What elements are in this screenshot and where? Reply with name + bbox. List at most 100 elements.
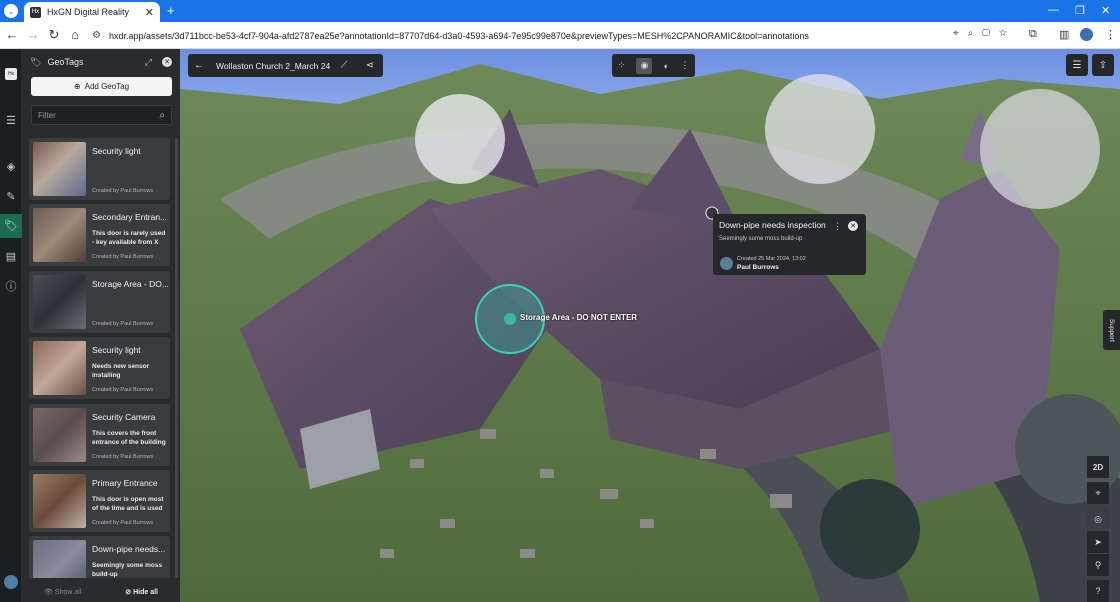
reload-icon[interactable]: ↻: [46, 27, 62, 43]
geotag-card[interactable]: Security light Created by Paul Burrows: [29, 138, 170, 200]
geotag-card[interactable]: Primary Entrance This door is open most o…: [29, 469, 170, 532]
geotag-creator: Created by Paul Burrows: [92, 519, 154, 526]
geotag-creator: Created by Paul Burrows: [92, 254, 154, 261]
back-arrow-icon[interactable]: ←: [188, 60, 210, 71]
fly-icon[interactable]: ➤: [1087, 531, 1109, 553]
eye-off-icon: ⊘: [125, 589, 134, 596]
geotag-card[interactable]: Security Camera This covers the front ent…: [29, 403, 170, 466]
walk-icon[interactable]: ⚲: [1087, 554, 1109, 576]
geotag-creator: Created by Paul Burrows: [92, 320, 154, 327]
add-geotag-button[interactable]: ⊕ Add GeoTag: [31, 77, 172, 96]
navigation-tools: 2D ⌖ ◎ ➤ ⚲ ?: [1087, 456, 1109, 602]
browser-toolbar: ← → ↻ ⌂ ⚙ hxdr.app/assets/3d711bcc-be53-…: [0, 22, 1120, 49]
new-tab-icon[interactable]: +: [167, 3, 175, 18]
geotag-title: Security light: [92, 345, 141, 356]
show-all-button[interactable]: 👁 Show all: [44, 588, 81, 596]
geotag-thumbnail: [33, 142, 86, 196]
geotag-creator: Created by Paul Burrows: [92, 453, 154, 460]
popup-author: Paul Burrows: [737, 264, 779, 271]
address-bar[interactable]: ⚙ hxdr.app/assets/3d711bcc-be53-4cf7-904…: [92, 25, 1022, 46]
minimize-icon[interactable]: —: [1048, 4, 1059, 16]
geotag-creator: Created by Paul Burrows: [92, 387, 154, 394]
more-icon[interactable]: ⋮: [680, 60, 689, 71]
menu-icon[interactable]: ☰: [0, 113, 22, 129]
url-text: hxdr.app/assets/3d711bcc-be53-4cf7-904a-…: [108, 30, 809, 41]
eye-icon: 👁: [43, 589, 55, 596]
unpin-icon[interactable]: ⤢: [145, 57, 152, 68]
geotag-title: Secondary Entran...: [92, 212, 168, 223]
app-logo-icon[interactable]: Hx: [0, 64, 22, 80]
hide-all-button[interactable]: ⊘ Hide all: [125, 588, 158, 596]
geotag-card[interactable]: Storage Area - DO... Created by Paul Burr…: [29, 270, 170, 333]
panel-scrollbar[interactable]: [175, 138, 178, 578]
locate-icon[interactable]: ⌖: [1087, 482, 1109, 504]
geotag-title: Security light: [92, 146, 141, 156]
popup-menu-icon[interactable]: ⋮: [833, 221, 842, 232]
support-tab[interactable]: Support: [1103, 310, 1120, 350]
geotag-description: This door is open most of the time and i…: [92, 495, 164, 512]
hide-all-label: Hide all: [133, 589, 158, 596]
orbit-icon[interactable]: ◎: [1087, 508, 1109, 530]
share-icon[interactable]: ⋖: [359, 54, 381, 76]
extensions-icon[interactable]: ⧉: [1029, 28, 1037, 41]
geotag-thumbnail: [33, 341, 86, 396]
asset-title: Wollaston Church 2_March 24: [216, 60, 331, 71]
panorama-icon[interactable]: ◐: [664, 61, 669, 71]
marker-center: [504, 313, 516, 325]
geotag-title: Down-pipe needs...: [92, 544, 166, 555]
measure-icon[interactable]: ✎: [0, 189, 22, 205]
geotag-description: Needs new sensor installing: [92, 363, 150, 380]
notes-icon[interactable]: ▤: [0, 249, 22, 265]
filter-placeholder: Filter: [38, 110, 56, 120]
pointcloud-icon[interactable]: ⁘: [618, 60, 626, 71]
sidepanel-icon[interactable]: ▥: [1059, 28, 1069, 41]
mesh-icon[interactable]: ◉: [636, 57, 653, 74]
geotag-description: Seemingly some moss build-up: [92, 562, 163, 578]
geotag-card[interactable]: Secondary Entran... This door is rarely u…: [29, 204, 170, 267]
help-icon[interactable]: ?: [1087, 580, 1109, 602]
tab-title: HxGN Digital Reality: [47, 7, 130, 17]
geotag-icon[interactable]: 🏷: [0, 214, 22, 238]
home-icon[interactable]: ⌂: [67, 27, 83, 42]
popup-close-icon[interactable]: ✕: [848, 221, 858, 231]
omnibox-actions[interactable]: ⌖⌕▢☆: [953, 28, 1016, 39]
popup-description: Seemingly some moss build-up: [719, 236, 803, 242]
upload-icon[interactable]: ⇪: [1092, 54, 1114, 76]
user-avatar[interactable]: [4, 575, 18, 589]
panel-header: 🏷 GeoTags ⤢ ✕: [22, 49, 180, 75]
geotag-header-icon: 🏷: [30, 56, 42, 67]
popup-created: Created 25 Mar 2024, 13:02: [737, 256, 806, 262]
panel-footer: 👁 Show all ⊘ Hide all: [22, 582, 180, 602]
browser-menu-icon[interactable]: ⋮: [1105, 28, 1116, 41]
geotag-title: Security Camera: [92, 411, 156, 422]
browser-tab[interactable]: Hx HxGN Digital Reality ✕: [24, 2, 160, 22]
geotag-title: Storage Area - DO...: [92, 278, 168, 289]
site-info-icon[interactable]: ⚙: [92, 30, 101, 41]
app-favicon-icon: Hx: [30, 6, 41, 18]
profile-avatar[interactable]: [1080, 28, 1093, 41]
measure-tool-icon[interactable]: ⟋: [333, 54, 355, 76]
info-icon[interactable]: ⓘ: [0, 279, 22, 295]
restore-icon[interactable]: ❐: [1075, 4, 1085, 17]
close-tab-icon[interactable]: ✕: [145, 6, 154, 19]
back-icon[interactable]: ←: [4, 27, 20, 42]
close-window-icon[interactable]: ✕: [1101, 4, 1110, 17]
geotag-thumbnail: [33, 208, 86, 263]
forward-icon[interactable]: →: [25, 27, 41, 42]
filter-input[interactable]: Filter ⌕: [31, 105, 172, 125]
tree-dark: [820, 479, 920, 579]
geotag-card[interactable]: Down-pipe needs... Seemingly some moss bu…: [29, 536, 170, 578]
panel-title: GeoTags: [47, 57, 84, 67]
close-panel-icon[interactable]: ✕: [162, 57, 172, 67]
marker-label: Storage Area - DO NOT ENTER: [520, 313, 638, 322]
geotag-card[interactable]: Security light Needs new sensor installin…: [29, 337, 170, 400]
search-icon[interactable]: ⌕: [159, 110, 165, 121]
add-geotag-label: Add GeoTag: [84, 82, 130, 91]
2d-toggle[interactable]: 2D: [1087, 456, 1109, 478]
tab-list-icon[interactable]: ⌄: [4, 4, 18, 18]
3d-viewport[interactable]: [180, 49, 1120, 602]
geotag-list: Security light Created by Paul Burrows Sec…: [29, 138, 173, 578]
geotags-panel: 🏷 GeoTags ⤢ ✕ ⊕ Add GeoTag Filter ⌕ Secu…: [22, 49, 180, 602]
settings-sliders-icon[interactable]: ☰: [1066, 54, 1088, 76]
layers-icon[interactable]: ◈: [0, 159, 22, 175]
